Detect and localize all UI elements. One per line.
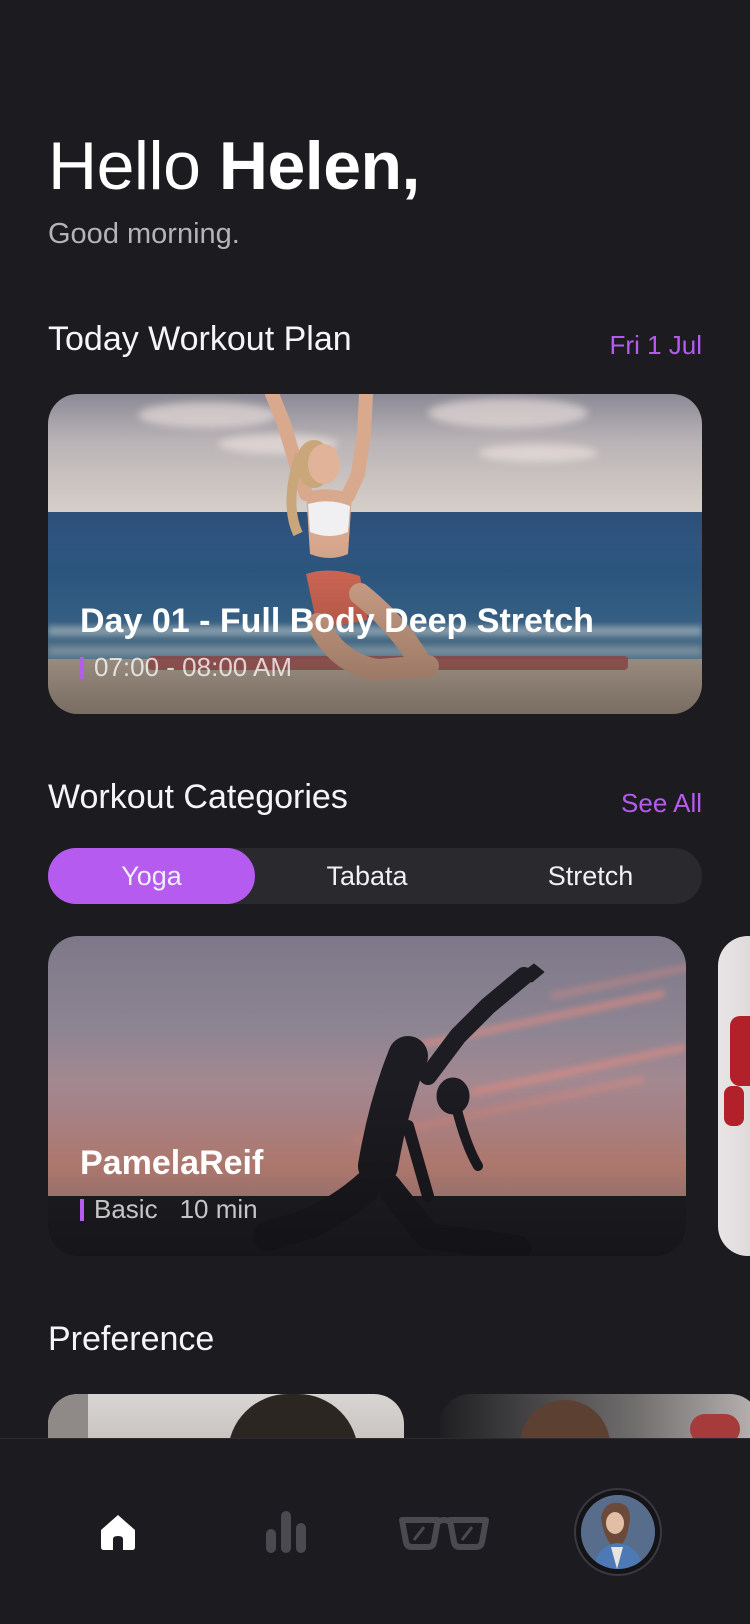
today-card-title: Day 01 - Full Body Deep Stretch bbox=[80, 602, 594, 640]
category-workout-card[interactable]: PamelaReif Basic 10 min bbox=[48, 936, 686, 1256]
glasses-icon bbox=[399, 1517, 489, 1550]
avatar-ring bbox=[574, 1488, 662, 1576]
nav-stats[interactable] bbox=[236, 1439, 336, 1624]
profile-avatar bbox=[581, 1495, 655, 1569]
category-card-title: PamelaReif bbox=[80, 1144, 264, 1182]
today-card-time-text: 07:00 - 08:00 AM bbox=[94, 652, 293, 682]
next-category-card[interactable] bbox=[718, 936, 750, 1256]
workout-categories-title: Workout Categories bbox=[48, 778, 348, 816]
accent-bar bbox=[80, 656, 84, 679]
greeting-hello: Hello bbox=[48, 128, 201, 204]
category-card-level: Basic bbox=[94, 1194, 158, 1224]
tab-stretch[interactable]: Stretch bbox=[479, 848, 702, 904]
greeting-subtitle: Good morning. bbox=[48, 218, 240, 250]
today-workout-title: Today Workout Plan bbox=[48, 320, 352, 358]
nav-glasses[interactable] bbox=[394, 1439, 494, 1624]
greeting-name: Helen, bbox=[218, 128, 421, 204]
accent-bar bbox=[80, 1198, 84, 1221]
today-card-time: 07:00 - 08:00 AM bbox=[80, 652, 292, 683]
tab-tabata[interactable]: Tabata bbox=[255, 848, 479, 904]
tab-yoga[interactable]: Yoga bbox=[48, 848, 255, 904]
greeting-heading: Hello Helen, bbox=[48, 128, 420, 204]
nav-home[interactable] bbox=[68, 1439, 168, 1624]
today-date-link[interactable]: Fri 1 Jul bbox=[610, 330, 702, 361]
see-all-link[interactable]: See All bbox=[621, 788, 702, 819]
today-workout-card[interactable]: Day 01 - Full Body Deep Stretch 07:00 - … bbox=[48, 394, 702, 714]
bottom-nav bbox=[0, 1438, 750, 1624]
category-card-duration: 10 min bbox=[179, 1194, 258, 1224]
preference-title: Preference bbox=[48, 1320, 215, 1358]
stats-icon bbox=[266, 1511, 306, 1553]
nav-profile[interactable] bbox=[573, 1439, 663, 1624]
category-segmented-control: Yoga Tabata Stretch bbox=[48, 848, 702, 904]
category-card-meta: Basic 10 min bbox=[80, 1194, 258, 1225]
home-icon bbox=[101, 1515, 135, 1550]
